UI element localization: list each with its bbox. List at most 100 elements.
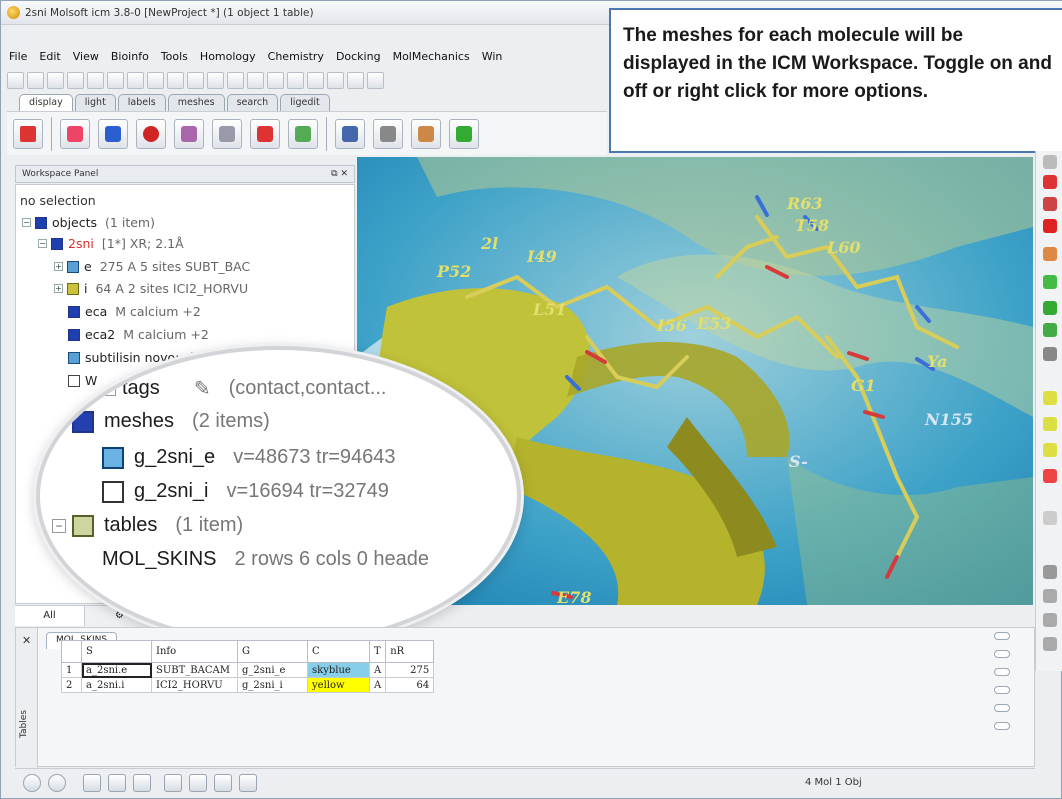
tree-eca2[interactable]: eca2 M calcium +2 (68, 327, 209, 342)
expand-icon[interactable] (1043, 155, 1057, 169)
center-icon[interactable] (1043, 301, 1057, 315)
lock-icon[interactable] (1043, 511, 1057, 525)
tab-all[interactable]: All (15, 606, 85, 626)
tree-object-2sni[interactable]: − 2sni [1*] XR; 2.1Å (38, 236, 184, 251)
color-wheel-icon[interactable] (1043, 469, 1057, 483)
table-cell[interactable]: A (368, 662, 387, 678)
bond-icon[interactable] (247, 71, 264, 89)
labels-icon[interactable] (1043, 589, 1057, 603)
scroll-up-icon[interactable] (994, 632, 1010, 640)
cpk-icon[interactable] (174, 118, 204, 149)
collapse-icon[interactable]: − (38, 239, 47, 248)
expand-icon[interactable]: + (102, 381, 116, 396)
ribbon-icon[interactable] (250, 118, 280, 149)
mesh-icon[interactable] (411, 118, 441, 149)
tab-display[interactable]: display (19, 94, 73, 111)
chemistry-icon[interactable] (347, 71, 364, 89)
docking-icon[interactable] (287, 71, 304, 89)
graphics-icon[interactable] (164, 773, 182, 792)
mag-mesh-e-row[interactable]: g_2sni_e v=48673 tr=94643 (102, 446, 396, 469)
settings-icon[interactable] (67, 71, 84, 89)
tree-objects[interactable]: − objects (1 item) (22, 215, 155, 230)
residue-icon[interactable] (227, 71, 244, 89)
molecule-blue-icon[interactable] (207, 71, 224, 89)
close-icon[interactable]: ✕ (22, 634, 31, 647)
menu-windows[interactable]: Win (482, 50, 503, 63)
col-header[interactable]: C (307, 640, 370, 663)
car-icon[interactable] (214, 773, 232, 792)
undo-icon[interactable] (87, 71, 104, 89)
tab-light[interactable]: light (74, 94, 116, 111)
col-header[interactable]: Info (151, 640, 238, 663)
mesh-toggle-icon[interactable] (102, 480, 124, 503)
workspace-icon[interactable] (83, 773, 101, 792)
tab-ligedit[interactable]: ligedit (280, 94, 330, 111)
collapse-icon[interactable]: − (22, 218, 31, 227)
tree-chain-i[interactable]: + i 64 A 2 sites ICI2_HORVU (54, 281, 248, 296)
mesh-toggle-icon[interactable] (102, 446, 124, 469)
table-cell[interactable]: SUBT_BACAM (151, 662, 238, 678)
collapse-icon[interactable]: − (52, 518, 66, 533)
wire-icon[interactable] (60, 118, 90, 149)
ball-icon[interactable] (136, 118, 166, 149)
mag-meshes-row[interactable]: − meshes (2 items) (52, 410, 270, 433)
sort-icon[interactable] (994, 668, 1010, 676)
table-cell[interactable]: a_2sni.e (81, 662, 152, 678)
menu-chemistry[interactable]: Chemistry (268, 50, 324, 63)
stop-icon[interactable] (23, 773, 41, 792)
save-icon[interactable] (47, 71, 64, 89)
table-cell[interactable]: a_2sni.i (81, 677, 152, 693)
slab-icon[interactable] (1043, 391, 1057, 405)
collapse-icon[interactable]: − (52, 414, 66, 429)
table-cell[interactable]: yellow (307, 677, 370, 693)
slab-back-icon[interactable] (1043, 443, 1057, 457)
col-header[interactable]: G (237, 640, 308, 663)
undisplay-icon[interactable] (13, 118, 43, 149)
tree-eca[interactable]: eca M calcium +2 (68, 304, 201, 319)
puzzle-icon[interactable] (239, 773, 257, 792)
new-file-icon[interactable] (7, 71, 24, 89)
table-icon[interactable] (327, 71, 344, 89)
ligand-icon[interactable] (267, 71, 284, 89)
move-icon[interactable] (1043, 175, 1057, 189)
tab-search[interactable]: search (226, 94, 279, 111)
export-icon[interactable] (994, 704, 1010, 712)
mag-tags-row[interactable]: + tags ✎ (contact,contact... (102, 376, 386, 401)
color-icon[interactable] (335, 118, 365, 149)
tree-chain-e[interactable]: + e 275 A 5 sites SUBT_BAC (54, 259, 250, 274)
mag-mesh-i-row[interactable]: g_2sni_i v=16694 tr=32749 (102, 480, 389, 503)
star-icon[interactable] (1043, 613, 1057, 627)
table-cell[interactable]: 64 (385, 677, 435, 693)
menu-docking[interactable]: Docking (336, 50, 381, 63)
table-row[interactable]: 1 a_2sni.e SUBT_BACAM g_2sni_e skyblue A… (61, 662, 435, 678)
expand-icon[interactable]: + (54, 284, 63, 293)
label-icon[interactable] (373, 118, 403, 149)
find-icon[interactable] (147, 71, 164, 89)
scroll-down-icon[interactable] (994, 722, 1010, 730)
clip-icon[interactable] (1043, 247, 1057, 261)
table-cell[interactable]: skyblue (307, 662, 370, 678)
redo-icon[interactable] (107, 71, 124, 89)
hand-icon[interactable] (1043, 637, 1057, 651)
table-cell[interactable]: ICI2_HORVU (151, 677, 238, 693)
menu-edit[interactable]: Edit (39, 50, 60, 63)
tab-meshes[interactable]: meshes (167, 94, 225, 111)
menu-file[interactable]: File (9, 50, 27, 63)
rotate-icon[interactable] (1043, 219, 1057, 233)
table-cell[interactable]: 2 (61, 677, 82, 693)
hbond-icon[interactable] (449, 118, 479, 149)
globe-icon[interactable] (48, 773, 66, 792)
surface-icon[interactable] (212, 118, 242, 149)
menu-tools[interactable]: Tools (161, 50, 188, 63)
list-icon[interactable] (133, 773, 151, 792)
filter-icon[interactable] (994, 650, 1010, 658)
zoom-icon[interactable] (1043, 197, 1057, 211)
menu-molmechanics[interactable]: MolMechanics (393, 50, 470, 63)
grid-icon[interactable] (307, 71, 324, 89)
sequence-icon[interactable] (127, 71, 144, 89)
camera-icon[interactable] (189, 773, 207, 792)
mag-tables-row[interactable]: − tables (1 item) (52, 514, 243, 537)
table-cell[interactable]: 275 (385, 662, 435, 678)
menu-view[interactable]: View (73, 50, 99, 63)
panel-controls-icon[interactable]: ⧉ ✕ (331, 169, 348, 179)
